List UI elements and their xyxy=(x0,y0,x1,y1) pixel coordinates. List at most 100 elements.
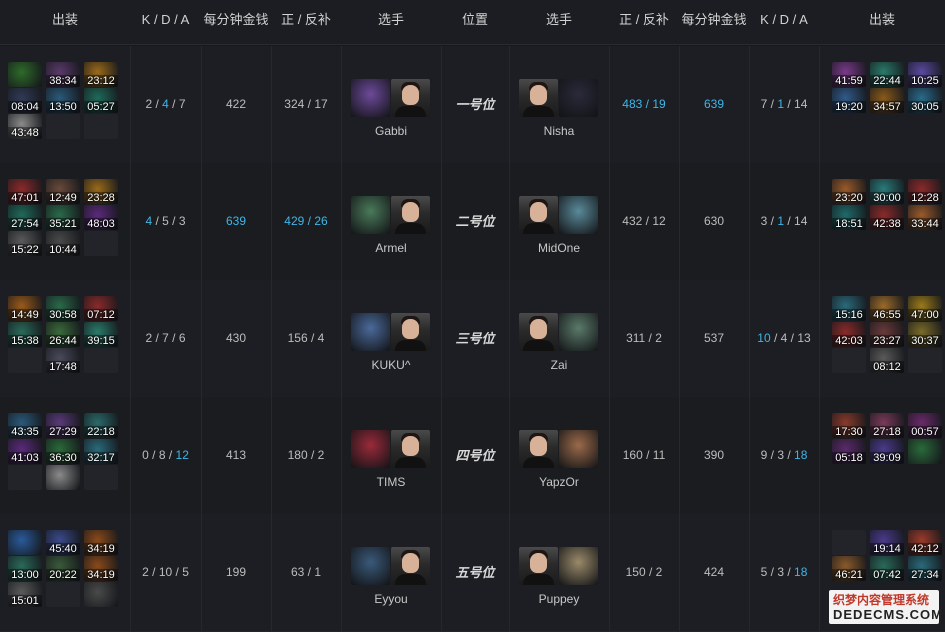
item-icon[interactable]: 17:30 xyxy=(832,413,866,438)
right-player-name[interactable]: Nisha xyxy=(499,124,619,138)
item-icon[interactable]: 30:58 xyxy=(46,296,80,321)
item-icon[interactable]: 15:01 xyxy=(8,582,42,607)
item-icon[interactable]: 19:14 xyxy=(870,530,904,555)
item-icon[interactable]: 27:29 xyxy=(46,413,80,438)
item-icon[interactable] xyxy=(84,582,118,607)
right-player-name[interactable]: MidOne xyxy=(499,241,619,255)
right-player-avatars[interactable] xyxy=(519,313,599,353)
item-icon[interactable]: 27:18 xyxy=(870,413,904,438)
item-icon[interactable]: 12:49 xyxy=(46,179,80,204)
player-photo[interactable] xyxy=(391,430,430,468)
player-photo[interactable] xyxy=(519,430,558,468)
left-player-name[interactable]: Eyyou xyxy=(331,592,451,606)
item-icon[interactable]: 13:50 xyxy=(46,88,80,113)
left-player-avatars[interactable] xyxy=(351,430,431,470)
item-icon[interactable]: 42:38 xyxy=(870,205,904,230)
item-icon[interactable]: 39:09 xyxy=(870,439,904,464)
item-icon[interactable]: 23:28 xyxy=(84,179,118,204)
item-icon[interactable]: 47:00 xyxy=(908,296,942,321)
hero-portrait[interactable] xyxy=(351,79,390,117)
item-icon[interactable]: 47:01 xyxy=(8,179,42,204)
item-icon[interactable]: 20:22 xyxy=(46,556,80,581)
right-player-avatars[interactable] xyxy=(519,196,599,236)
item-icon[interactable]: 34:19 xyxy=(84,530,118,555)
item-icon[interactable]: 18:51 xyxy=(832,205,866,230)
item-icon[interactable]: 43:48 xyxy=(8,114,42,139)
item-icon[interactable]: 30:05 xyxy=(908,88,942,113)
item-icon[interactable] xyxy=(908,439,942,464)
hero-portrait[interactable] xyxy=(559,430,598,468)
item-icon[interactable]: 22:44 xyxy=(870,62,904,87)
item-icon[interactable]: 32:17 xyxy=(84,439,118,464)
item-icon[interactable]: 48:03 xyxy=(84,205,118,230)
item-icon[interactable]: 34:19 xyxy=(84,556,118,581)
right-player-avatars[interactable] xyxy=(519,430,599,470)
right-player-avatars[interactable] xyxy=(519,79,599,119)
item-icon[interactable]: 23:20 xyxy=(832,179,866,204)
item-icon[interactable] xyxy=(84,231,118,256)
item-icon[interactable]: 27:54 xyxy=(8,205,42,230)
right-player-name[interactable]: YapzOr xyxy=(499,475,619,489)
item-icon[interactable]: 45:40 xyxy=(46,530,80,555)
item-icon[interactable] xyxy=(46,114,80,139)
player-photo[interactable] xyxy=(391,313,430,351)
item-icon[interactable]: 12:28 xyxy=(908,179,942,204)
left-player-name[interactable]: KUKU^ xyxy=(331,358,451,372)
player-photo[interactable] xyxy=(519,313,558,351)
player-photo[interactable] xyxy=(391,547,430,585)
player-photo[interactable] xyxy=(519,196,558,234)
item-icon[interactable]: 10:44 xyxy=(46,231,80,256)
item-icon[interactable]: 10:25 xyxy=(908,62,942,87)
item-icon[interactable]: 42:12 xyxy=(908,530,942,555)
hero-portrait[interactable] xyxy=(559,196,598,234)
left-player-avatars[interactable] xyxy=(351,196,431,236)
left-player-name[interactable]: TIMS xyxy=(331,475,451,489)
left-player-name[interactable]: Gabbi xyxy=(331,124,451,138)
item-icon[interactable] xyxy=(8,465,42,490)
item-icon[interactable]: 13:00 xyxy=(8,556,42,581)
hero-portrait[interactable] xyxy=(351,313,390,351)
item-icon[interactable]: 42:03 xyxy=(832,322,866,347)
right-player-name[interactable]: Puppey xyxy=(499,592,619,606)
player-photo[interactable] xyxy=(391,79,430,117)
item-icon[interactable]: 35:21 xyxy=(46,205,80,230)
item-icon[interactable] xyxy=(832,530,866,555)
item-icon[interactable]: 07:42 xyxy=(870,556,904,581)
item-icon[interactable]: 46:21 xyxy=(832,556,866,581)
item-icon[interactable]: 46:55 xyxy=(870,296,904,321)
item-icon[interactable]: 08:04 xyxy=(8,88,42,113)
item-icon[interactable] xyxy=(84,348,118,373)
item-icon[interactable] xyxy=(8,530,42,555)
player-photo[interactable] xyxy=(391,196,430,234)
left-player-avatars[interactable] xyxy=(351,79,431,119)
right-player-name[interactable]: Zai xyxy=(499,358,619,372)
item-icon[interactable]: 33:44 xyxy=(908,205,942,230)
item-icon[interactable]: 07:12 xyxy=(84,296,118,321)
item-icon[interactable]: 08:12 xyxy=(870,348,904,373)
item-icon[interactable]: 22:18 xyxy=(84,413,118,438)
item-icon[interactable]: 39:15 xyxy=(84,322,118,347)
item-icon[interactable] xyxy=(8,62,42,87)
item-icon[interactable]: 38:34 xyxy=(46,62,80,87)
left-player-avatars[interactable] xyxy=(351,547,431,587)
hero-portrait[interactable] xyxy=(559,547,598,585)
item-icon[interactable] xyxy=(46,582,80,607)
item-icon[interactable] xyxy=(8,348,42,373)
item-icon[interactable] xyxy=(908,348,942,373)
item-icon[interactable] xyxy=(84,114,118,139)
item-icon[interactable]: 41:59 xyxy=(832,62,866,87)
left-player-name[interactable]: Armel xyxy=(331,241,451,255)
player-photo[interactable] xyxy=(519,547,558,585)
right-player-avatars[interactable] xyxy=(519,547,599,587)
item-icon[interactable]: 17:48 xyxy=(46,348,80,373)
hero-portrait[interactable] xyxy=(351,430,390,468)
hero-portrait[interactable] xyxy=(351,196,390,234)
item-icon[interactable]: 05:18 xyxy=(832,439,866,464)
item-icon[interactable]: 27:34 xyxy=(908,556,942,581)
item-icon[interactable]: 15:16 xyxy=(832,296,866,321)
item-icon[interactable]: 15:22 xyxy=(8,231,42,256)
item-icon[interactable]: 23:27 xyxy=(870,322,904,347)
item-icon[interactable]: 41:03 xyxy=(8,439,42,464)
item-icon[interactable]: 15:38 xyxy=(8,322,42,347)
item-icon[interactable]: 05:27 xyxy=(84,88,118,113)
